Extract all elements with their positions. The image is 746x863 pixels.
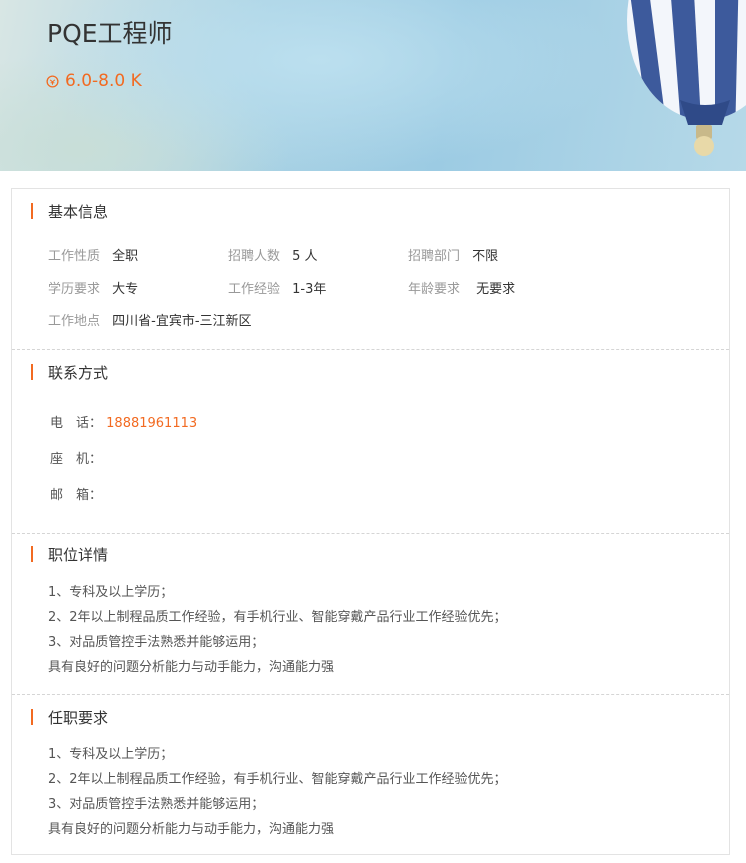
- contact-heading: 联系方式: [48, 363, 109, 382]
- section-heading: 联系方式: [31, 363, 109, 382]
- job-details-section: 职位详情 1、专科及以上学历； 2、2年以上制程品质工作经验，有手机行业、智能穿…: [12, 534, 729, 694]
- field-label: 年龄要求: [408, 282, 461, 297]
- field-value: 不限: [472, 249, 499, 264]
- requirement-line: 具有良好的问题分析能力与动手能力，沟通能力强: [48, 822, 335, 837]
- field-label: 招聘人数: [228, 249, 281, 264]
- field-value: 全职: [112, 249, 139, 264]
- contact-section: 联系方式 电 话： 18881961113 座 机： 邮 箱：: [12, 350, 729, 533]
- field-label: 招聘部门: [408, 249, 461, 264]
- field-label: 工作经验: [228, 282, 281, 297]
- detail-line: 2、2年以上制程品质工作经验，有手机行业、智能穿戴产品行业工作经验优先；: [48, 610, 507, 625]
- phone-number[interactable]: 18881961113: [106, 416, 197, 431]
- job-title: PQE工程师: [47, 19, 173, 48]
- field-education: 学历要求 大专: [48, 278, 138, 297]
- contact-landline: 座 机：: [50, 448, 102, 467]
- heading-accent-bar: [31, 709, 33, 725]
- field-headcount: 招聘人数 5 人: [228, 245, 318, 264]
- job-details-text: 1、专科及以上学历； 2、2年以上制程品质工作经验，有手机行业、智能穿戴产品行业…: [48, 580, 507, 680]
- job-details-heading: 职位详情: [48, 545, 109, 564]
- requirement-line: 2、2年以上制程品质工作经验，有手机行业、智能穿戴产品行业工作经验优先；: [48, 772, 507, 787]
- heading-accent-bar: [31, 364, 33, 380]
- basic-info-section: 基本信息 工作性质 全职 招聘人数 5 人 招聘部门 不限 学历要求 大专 工作…: [12, 189, 729, 349]
- contact-email: 邮 箱：: [50, 484, 102, 503]
- phone-label: 电 话：: [50, 416, 103, 431]
- field-label: 工作地点: [48, 314, 101, 329]
- salary-value: 6.0-8.0 K: [65, 71, 142, 91]
- detail-line: 3、对品质管控手法熟悉并能够运用；: [48, 635, 265, 650]
- field-label: 工作性质: [48, 249, 101, 264]
- job-header-banner: PQE工程师 6.0-8.0 K: [0, 0, 746, 171]
- field-value: 四川省-宜宾市-三江新区: [112, 314, 252, 329]
- basic-info-heading: 基本信息: [48, 202, 109, 221]
- detail-line: 1、专科及以上学历；: [48, 585, 174, 600]
- section-heading: 职位详情: [31, 545, 109, 564]
- field-experience: 工作经验 1-3年: [228, 278, 326, 297]
- requirements-heading: 任职要求: [48, 708, 109, 727]
- heading-accent-bar: [31, 203, 33, 219]
- landline-label: 座 机：: [50, 452, 103, 467]
- email-label: 邮 箱：: [50, 488, 103, 503]
- hot-air-balloon-icon: [627, 0, 746, 156]
- contact-phone: 电 话： 18881961113: [50, 412, 197, 431]
- job-detail-card: 基本信息 工作性质 全职 招聘人数 5 人 招聘部门 不限 学历要求 大专 工作…: [11, 188, 730, 855]
- section-heading: 基本信息: [31, 202, 109, 221]
- requirement-line: 1、专科及以上学历；: [48, 747, 174, 762]
- requirements-text: 1、专科及以上学历； 2、2年以上制程品质工作经验，有手机行业、智能穿戴产品行业…: [48, 742, 507, 842]
- requirement-line: 3、对品质管控手法熟悉并能够运用；: [48, 797, 265, 812]
- section-heading: 任职要求: [31, 708, 109, 727]
- field-age: 年龄要求 无要求: [408, 278, 515, 297]
- field-label: 学历要求: [48, 282, 101, 297]
- field-value: 无要求: [476, 282, 516, 297]
- field-value: 大专: [112, 282, 139, 297]
- field-value: 5 人: [292, 249, 318, 264]
- field-job-type: 工作性质 全职: [48, 245, 138, 264]
- heading-accent-bar: [31, 546, 33, 562]
- detail-line: 具有良好的问题分析能力与动手能力，沟通能力强: [48, 660, 335, 675]
- field-location: 工作地点 四川省-宜宾市-三江新区: [48, 310, 252, 329]
- requirements-section: 任职要求 1、专科及以上学历； 2、2年以上制程品质工作经验，有手机行业、智能穿…: [12, 695, 729, 853]
- salary-range: 6.0-8.0 K: [46, 70, 142, 92]
- field-value: 1-3年: [292, 282, 327, 297]
- field-department: 招聘部门 不限: [408, 245, 498, 264]
- coin-icon: [46, 74, 59, 88]
